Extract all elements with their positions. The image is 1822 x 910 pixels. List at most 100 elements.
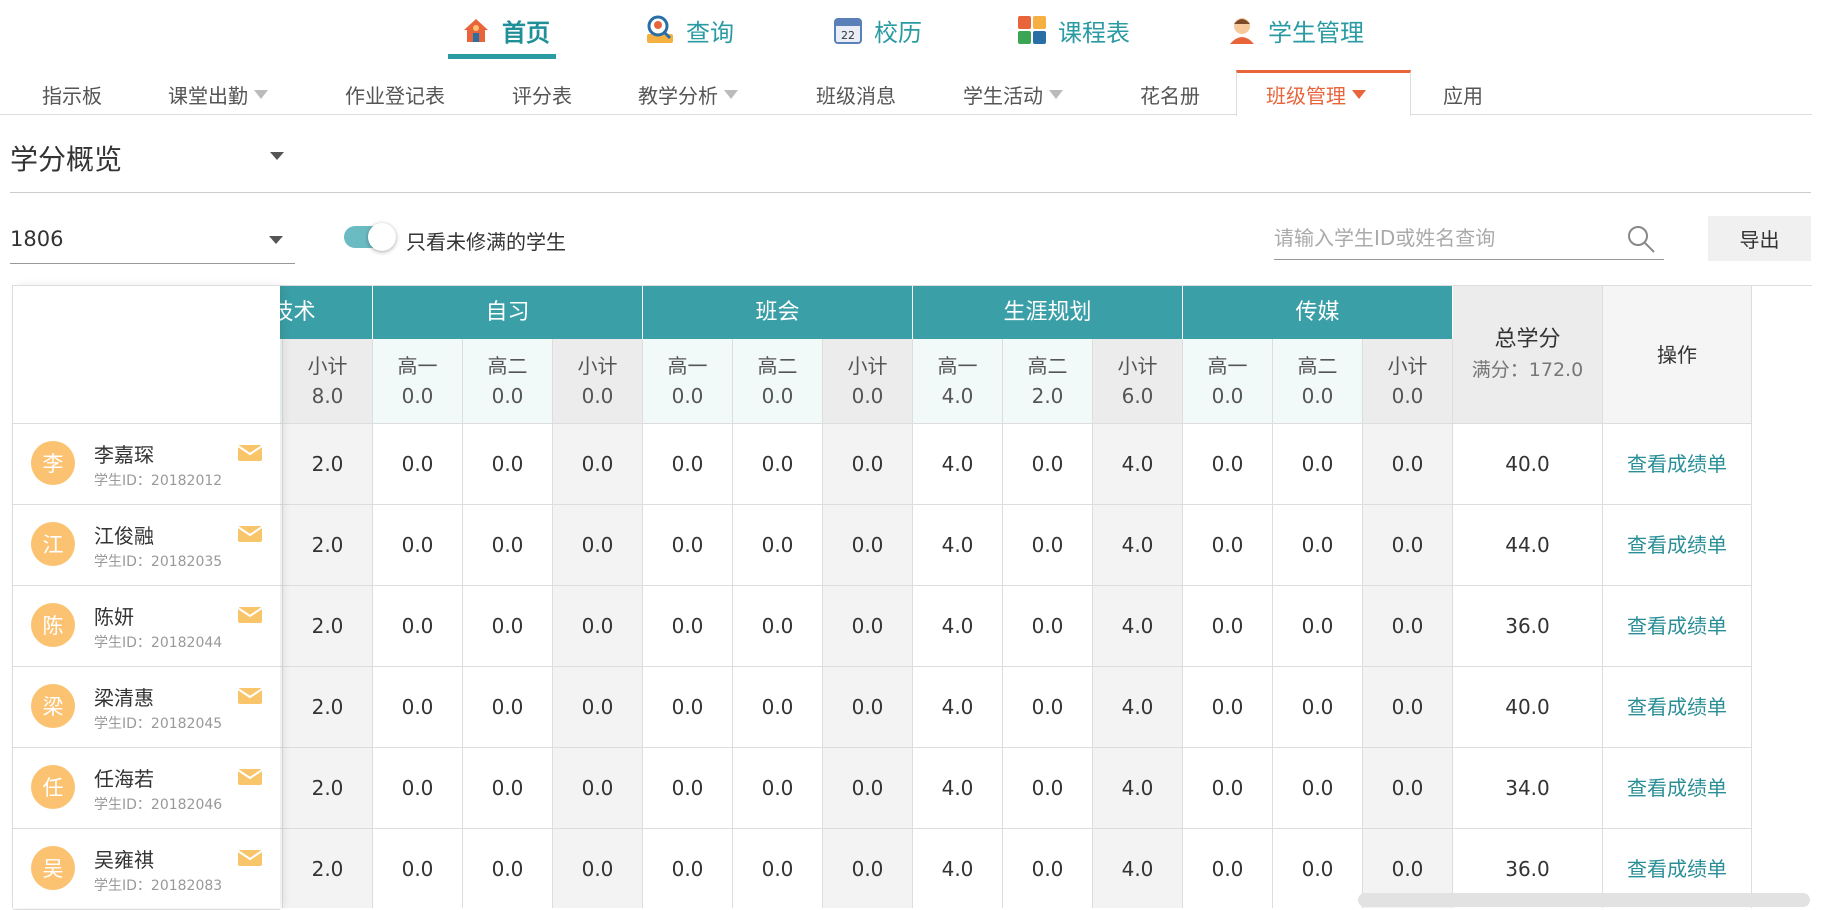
credit-cell: 0.0 bbox=[1183, 667, 1273, 748]
column-subheader: 高一 4.0 bbox=[913, 339, 1003, 424]
credit-cell: 0.0 bbox=[823, 505, 913, 586]
credit-cell: 0.0 bbox=[373, 424, 463, 505]
actions-cell: 查看成绩单 bbox=[1603, 505, 1752, 586]
export-button[interactable]: 导出 bbox=[1708, 216, 1811, 261]
actions-cell: 查看成绩单 bbox=[1603, 748, 1752, 829]
column-subheader: 高二 0.0 bbox=[733, 339, 823, 424]
student-name[interactable]: 李嘉琛 bbox=[94, 439, 154, 468]
column-subheader: 小计 8.0 bbox=[283, 339, 373, 424]
tab-attendance[interactable]: 课堂出勤 bbox=[168, 80, 268, 109]
column-subheader: 高一 0.0 bbox=[373, 339, 463, 424]
column-credit-value: 4.0 bbox=[941, 384, 974, 408]
search-input[interactable] bbox=[1274, 218, 1614, 258]
credit-cell: 0.0 bbox=[1183, 586, 1273, 667]
envelope-icon[interactable] bbox=[237, 768, 263, 786]
column-credit-value: 6.0 bbox=[1121, 384, 1154, 408]
tab-class-messages[interactable]: 班级消息 bbox=[816, 80, 896, 109]
tab-class-management[interactable]: 班级管理 bbox=[1266, 80, 1366, 109]
tab-teaching-analysis[interactable]: 教学分析 bbox=[638, 80, 738, 109]
credit-cell: 0.0 bbox=[553, 505, 643, 586]
column-subheader: 高二 0.0 bbox=[1273, 339, 1363, 424]
student-row[interactable]: 吴吴雍祺 学生ID：20182083 bbox=[13, 829, 280, 910]
toggle-knob bbox=[368, 223, 396, 251]
student-name[interactable]: 吴雍祺 bbox=[94, 844, 154, 873]
credit-cell: 0.0 bbox=[733, 424, 823, 505]
credit-cell: 0.0 bbox=[553, 829, 643, 908]
tab-label: 教学分析 bbox=[638, 84, 718, 108]
credit-cell: 0.0 bbox=[463, 424, 553, 505]
tab-label: 指示板 bbox=[42, 84, 102, 108]
credit-cell: 0.0 bbox=[553, 748, 643, 829]
group-header: 生涯规划 bbox=[913, 286, 1183, 339]
student-id: 学生ID：20182012 bbox=[94, 473, 223, 489]
student-row[interactable]: 任任海若 学生ID：20182046 bbox=[13, 748, 280, 829]
student-row[interactable]: 李李嘉琛 学生ID：20182012 bbox=[13, 424, 280, 505]
student-search bbox=[1274, 218, 1664, 260]
tab-roster[interactable]: 花名册 bbox=[1140, 80, 1200, 109]
student-name[interactable]: 任海若 bbox=[94, 763, 154, 792]
actions-header: 操作 bbox=[1603, 286, 1752, 424]
nav-query[interactable]: 查询 bbox=[644, 0, 734, 60]
view-transcript-link[interactable]: 查看成绩单 bbox=[1627, 854, 1727, 884]
class-select[interactable]: 1806 bbox=[10, 222, 295, 264]
tab-homework[interactable]: 作业登记表 bbox=[345, 80, 445, 109]
column-label: 高二 bbox=[487, 354, 528, 378]
envelope-icon[interactable] bbox=[237, 525, 263, 543]
horizontal-scrollbar[interactable] bbox=[1358, 893, 1810, 907]
envelope-icon[interactable] bbox=[237, 606, 263, 624]
credit-cell: 0.0 bbox=[1183, 829, 1273, 908]
nav-home-label: 首页 bbox=[502, 18, 550, 47]
student-name[interactable]: 陈妍 bbox=[94, 601, 134, 630]
credit-cell: 4.0 bbox=[913, 424, 1003, 505]
view-transcript-link[interactable]: 查看成绩单 bbox=[1627, 449, 1727, 479]
envelope-icon[interactable] bbox=[237, 444, 263, 462]
column-label: 高一 bbox=[667, 354, 708, 378]
tab-gradebook[interactable]: 评分表 bbox=[512, 80, 572, 109]
envelope-icon[interactable] bbox=[237, 849, 263, 867]
envelope-icon[interactable] bbox=[237, 687, 263, 705]
credit-cell: 0.0 bbox=[643, 667, 733, 748]
student-row[interactable]: 江江俊融 学生ID：20182035 bbox=[13, 505, 280, 586]
tab-apps[interactable]: 应用 bbox=[1443, 80, 1483, 109]
total-credits-header: 总学分 满分：172.0 bbox=[1453, 286, 1603, 424]
student-column-header bbox=[13, 286, 280, 424]
column-credit-value: 0.0 bbox=[581, 384, 614, 408]
nav-calendar[interactable]: 22 校历 bbox=[832, 0, 922, 60]
caret-down-icon bbox=[1049, 90, 1063, 99]
credit-cell: 4.0 bbox=[1093, 505, 1183, 586]
tab-student-activities[interactable]: 学生活动 bbox=[963, 80, 1063, 109]
credit-cell: 0.0 bbox=[373, 505, 463, 586]
title-dropdown-caret-icon[interactable] bbox=[270, 152, 284, 160]
caret-down-icon bbox=[1352, 90, 1366, 99]
actions-cell: 查看成绩单 bbox=[1603, 667, 1752, 748]
top-navigation: 首页 查询 22 校历 课程表 学生管理 bbox=[0, 0, 1822, 60]
tab-dashboard[interactable]: 指示板 bbox=[42, 80, 102, 109]
student-id: 学生ID：20182083 bbox=[94, 878, 223, 894]
view-transcript-link[interactable]: 查看成绩单 bbox=[1627, 530, 1727, 560]
page-title[interactable]: 学分概览 bbox=[10, 138, 122, 178]
student-name[interactable]: 江俊融 bbox=[94, 520, 154, 549]
credit-cell: 0.0 bbox=[1003, 505, 1093, 586]
group-header: 班会 bbox=[643, 286, 913, 339]
view-transcript-link[interactable]: 查看成绩单 bbox=[1627, 611, 1727, 641]
search-icon[interactable] bbox=[1626, 224, 1656, 254]
credit-cell: 0.0 bbox=[1183, 748, 1273, 829]
credit-cell: 0.0 bbox=[823, 748, 913, 829]
credit-cell: 0.0 bbox=[463, 829, 553, 908]
view-transcript-link[interactable]: 查看成绩单 bbox=[1627, 773, 1727, 803]
total-credits-cell: 34.0 bbox=[1453, 748, 1603, 829]
view-transcript-link[interactable]: 查看成绩单 bbox=[1627, 692, 1727, 722]
student-row[interactable]: 陈陈妍 学生ID：20182044 bbox=[13, 586, 280, 667]
column-credit-value: 0.0 bbox=[1211, 384, 1244, 408]
credit-cell: 0.0 bbox=[1363, 748, 1453, 829]
incomplete-only-toggle[interactable] bbox=[344, 223, 396, 251]
student-row[interactable]: 梁梁清惠 学生ID：20182045 bbox=[13, 667, 280, 748]
student-id: 学生ID：20182046 bbox=[94, 797, 223, 813]
nav-timetable[interactable]: 课程表 bbox=[1016, 0, 1130, 60]
credit-cell: 0.0 bbox=[1003, 748, 1093, 829]
nav-student-management[interactable]: 学生管理 bbox=[1226, 0, 1364, 60]
student-name[interactable]: 梁清惠 bbox=[94, 682, 154, 711]
credit-cell: 0.0 bbox=[643, 748, 733, 829]
home-icon bbox=[460, 14, 492, 46]
nav-home[interactable]: 首页 bbox=[460, 0, 550, 60]
